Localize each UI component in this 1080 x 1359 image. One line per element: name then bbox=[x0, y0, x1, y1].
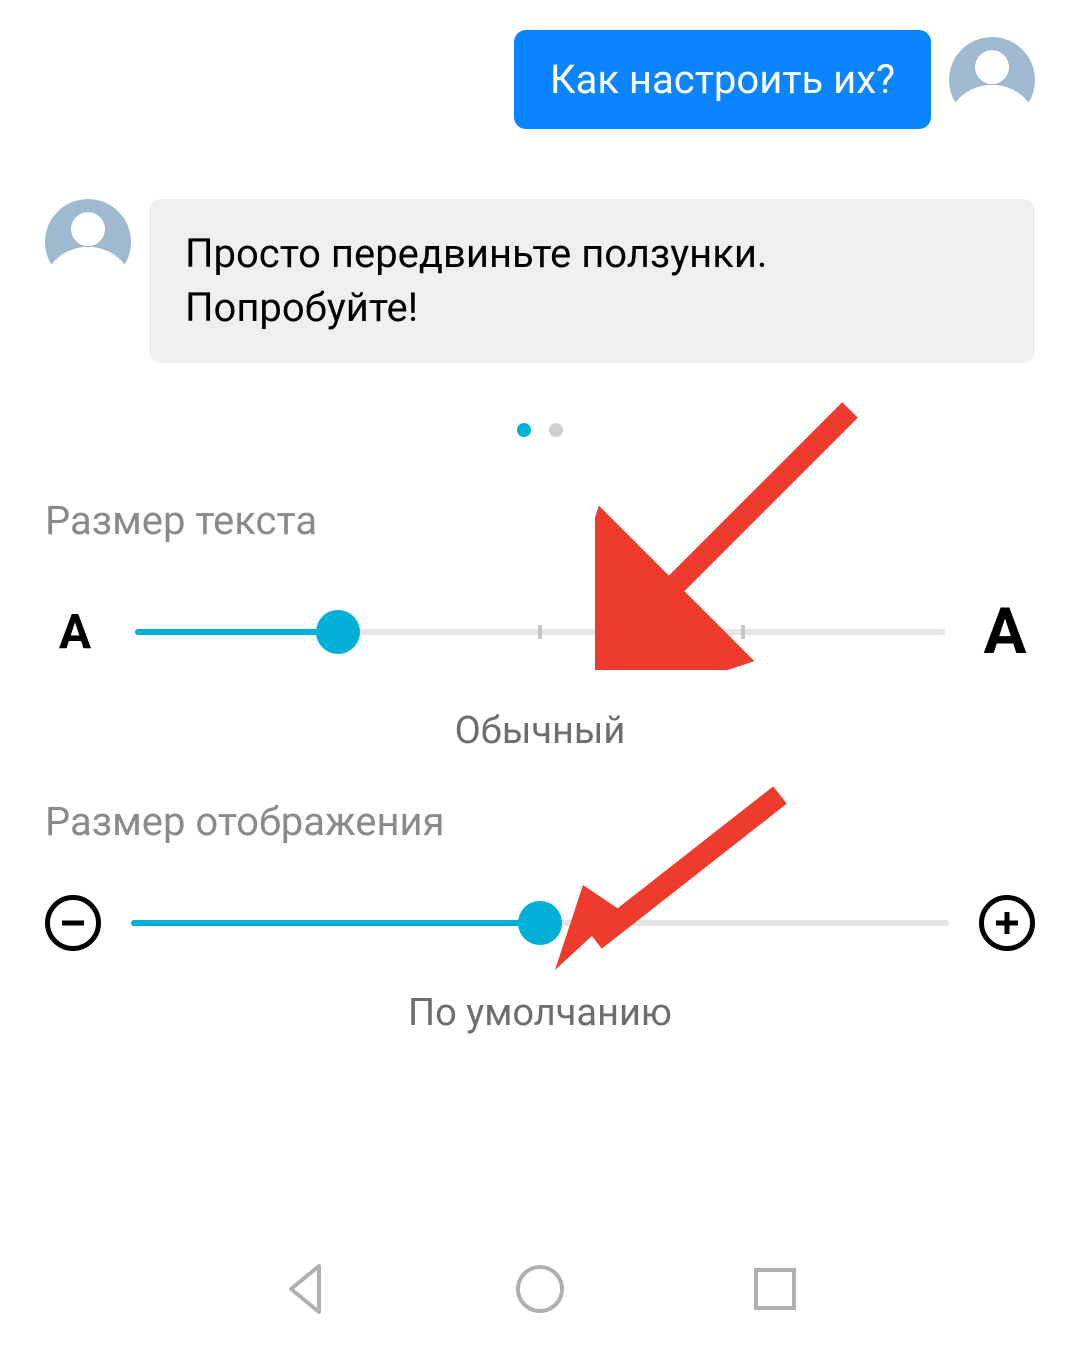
text-size-slider[interactable] bbox=[135, 629, 945, 635]
slider-thumb[interactable] bbox=[316, 610, 360, 654]
chat-preview: Как настроить их? Просто передвиньте пол… bbox=[0, 0, 1080, 363]
slider-tick bbox=[741, 625, 745, 639]
slider-fill bbox=[131, 920, 540, 926]
pagination-dots[interactable] bbox=[0, 423, 1080, 437]
navigation-bar bbox=[0, 1219, 1080, 1359]
page-dot-active[interactable] bbox=[517, 423, 531, 437]
plus-icon[interactable] bbox=[979, 895, 1035, 951]
outgoing-message-row: Как настроить их? bbox=[45, 30, 1035, 129]
recents-button[interactable] bbox=[746, 1260, 804, 1318]
large-a-icon: A bbox=[975, 594, 1035, 669]
incoming-message-row: Просто передвиньте ползунки. Попробуйте! bbox=[45, 199, 1035, 363]
display-size-section: Размер отображения По умолчанию bbox=[0, 798, 1080, 1035]
display-size-slider[interactable] bbox=[131, 920, 949, 926]
slider-fill bbox=[135, 629, 338, 635]
home-button[interactable] bbox=[511, 1260, 569, 1318]
display-size-label: Размер отображения bbox=[45, 798, 1035, 845]
text-size-label: Размер текста bbox=[45, 497, 1035, 544]
minus-icon[interactable] bbox=[45, 895, 101, 951]
page-dot[interactable] bbox=[549, 423, 563, 437]
text-size-slider-row: A A bbox=[45, 594, 1035, 669]
slider-thumb[interactable] bbox=[518, 901, 562, 945]
display-size-slider-row bbox=[45, 895, 1035, 951]
slider-tick bbox=[538, 625, 542, 639]
back-button[interactable] bbox=[277, 1260, 335, 1318]
incoming-bubble: Просто передвиньте ползунки. Попробуйте! bbox=[149, 199, 1035, 363]
avatar-icon bbox=[45, 199, 131, 285]
display-size-value: По умолчанию bbox=[45, 991, 1035, 1035]
text-size-value: Обычный bbox=[45, 709, 1035, 753]
avatar-icon bbox=[949, 37, 1035, 123]
small-a-icon: A bbox=[45, 603, 105, 660]
text-size-section: Размер текста A A Обычный bbox=[0, 497, 1080, 753]
outgoing-bubble: Как настроить их? bbox=[514, 30, 931, 129]
